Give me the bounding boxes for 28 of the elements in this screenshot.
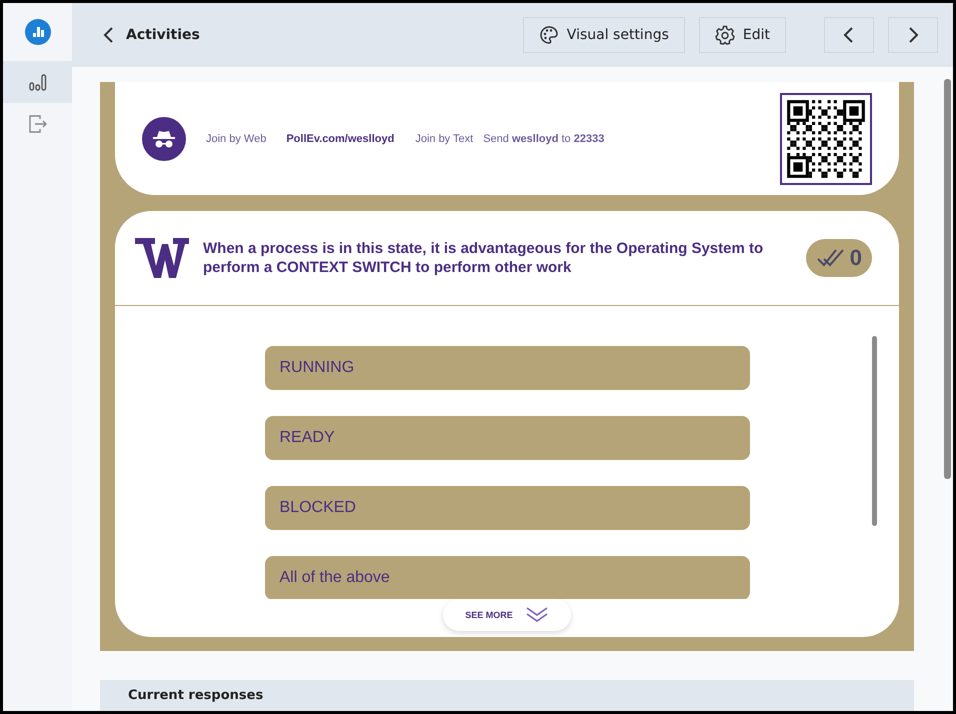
toolbar-button[interactable]: Edit (698, 17, 786, 53)
back-link[interactable]: Activities (102, 26, 200, 44)
double-chevron-icon (524, 606, 549, 624)
answer-option[interactable]: READY (264, 416, 750, 460)
incognito-avatar-icon (142, 116, 186, 160)
previous-button[interactable] (824, 17, 874, 53)
answer-option[interactable]: RUNNING (264, 346, 750, 390)
settings-icon (714, 25, 735, 45)
answer-option[interactable]: BLOCKED (264, 486, 750, 530)
see-more-button[interactable]: SEE MORE (443, 599, 571, 631)
response-count-badge: 0 (806, 239, 872, 277)
logo-icon[interactable] (24, 19, 50, 45)
chart-icon (28, 73, 46, 91)
w-logo-icon (135, 238, 189, 278)
question-title: When a process is in this state, it is advantageous for the Operating System to perform a CONTEXT SWITCH to perform other work (203, 239, 764, 277)
next-button[interactable] (888, 17, 938, 53)
exit-icon (28, 114, 48, 134)
join-text-label: Join by Text (415, 132, 474, 144)
text-instruction: Send weslloyd to 22333 (483, 132, 604, 144)
current-responses-heading: Current responses (100, 680, 914, 711)
scrollbar[interactable] (872, 336, 877, 526)
sidebar-item[interactable] (3, 61, 72, 103)
join-url: PollEv.com/weslloyd (286, 132, 394, 144)
join-web-label: Join by Web (206, 132, 266, 144)
palette-icon (538, 25, 559, 45)
answer-option[interactable]: All of the above (264, 556, 750, 599)
page-scrollbar[interactable] (944, 79, 950, 479)
toolbar-button[interactable]: Visual settings (522, 17, 685, 53)
